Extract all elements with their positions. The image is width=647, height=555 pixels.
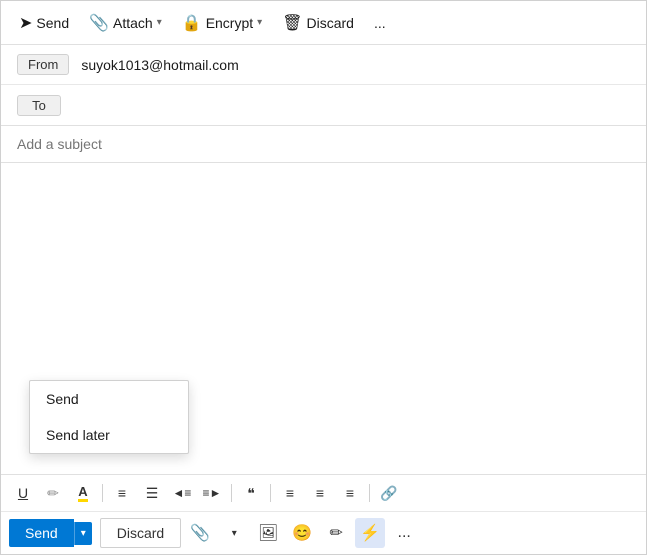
underline-button[interactable]: U — [9, 479, 37, 507]
attach-action-button[interactable]: 📎 — [185, 518, 215, 548]
justify-icon: ≡ — [346, 485, 354, 501]
action-toolbar: Send ▾ Discard 📎 ▾ 🖼 😊 ✏ ⚡ — [1, 512, 646, 554]
draw-icon: ✏ — [330, 523, 343, 543]
to-row: To — [1, 85, 646, 125]
dropdown-item-send[interactable]: Send — [30, 381, 188, 417]
discard-button[interactable]: Discard — [100, 518, 181, 548]
list-icon: ☰ — [146, 485, 159, 502]
attach-action-dropdown-button[interactable]: ▾ — [219, 518, 249, 548]
font-color-button[interactable]: A — [69, 479, 97, 507]
bottom-toolbar: U ✏ A ≡ ☰ ◄≡ ≡► ❝ — [1, 474, 646, 554]
align-left-button[interactable]: ≡ — [108, 479, 136, 507]
subject-input[interactable] — [17, 136, 630, 152]
from-label[interactable]: From — [17, 54, 69, 75]
emoji-button[interactable]: 😊 — [287, 518, 317, 548]
from-email: suyok1013@hotmail.com — [81, 57, 238, 73]
send-dropdown-popup: Send Send later — [29, 380, 189, 454]
indent-more-button[interactable]: ≡► — [198, 479, 226, 507]
attach-label: Attach — [113, 15, 153, 31]
ai-button[interactable]: ⚡ — [355, 518, 385, 548]
header-fields: From suyok1013@hotmail.com To — [1, 45, 646, 126]
image-icon: 🖼 — [258, 523, 278, 543]
align-right-button[interactable]: ≡ — [306, 479, 334, 507]
align-center-icon: ≡ — [286, 485, 294, 501]
image-button[interactable]: 🖼 — [253, 518, 283, 548]
from-row: From suyok1013@hotmail.com — [1, 45, 646, 85]
format-toolbar: U ✏ A ≡ ☰ ◄≡ ≡► ❝ — [1, 475, 646, 512]
link-button[interactable]: 🔗 — [375, 479, 403, 507]
attach-dropdown-arrow: ▾ — [157, 17, 162, 28]
discard-icon: 🗑 — [282, 13, 302, 33]
attach-icon: 📎 — [89, 13, 109, 33]
encrypt-button[interactable]: 🔒 Encrypt ▾ — [174, 9, 270, 37]
more-label: ... — [374, 15, 386, 31]
separator-2 — [231, 484, 232, 502]
indent-more-icon: ≡► — [203, 486, 222, 500]
send-button[interactable]: ➤ Send — [11, 9, 77, 37]
more-toolbar-button[interactable]: ... — [366, 11, 394, 35]
list-button[interactable]: ☰ — [138, 479, 166, 507]
to-label[interactable]: To — [17, 95, 61, 116]
send-btn-group: Send ▾ — [9, 519, 92, 547]
more-action-icon: ... — [398, 524, 411, 542]
attach-action-dropdown-arrow: ▾ — [232, 528, 237, 539]
font-color-icon: A — [78, 485, 87, 502]
link-icon: 🔗 — [380, 485, 397, 502]
more-action-button[interactable]: ... — [389, 518, 419, 548]
subject-row — [1, 126, 646, 163]
send-label: Send — [36, 15, 69, 31]
top-toolbar: ➤ Send 📎 Attach ▾ 🔒 Encrypt ▾ 🗑 Discard … — [1, 1, 646, 45]
dropdown-item-send-later[interactable]: Send later — [30, 417, 188, 453]
attach-button[interactable]: 📎 Attach ▾ — [81, 9, 170, 37]
separator-4 — [369, 484, 370, 502]
align-left-icon: ≡ — [118, 485, 126, 501]
discard-toolbar-button[interactable]: 🗑 Discard — [274, 9, 362, 37]
highlight-icon: ✏ — [47, 485, 59, 502]
send-main-button[interactable]: Send — [9, 519, 74, 547]
align-right-icon: ≡ — [316, 485, 324, 501]
compose-window: ➤ Send 📎 Attach ▾ 🔒 Encrypt ▾ 🗑 Discard … — [0, 0, 647, 555]
encrypt-icon: 🔒 — [182, 13, 202, 33]
quote-button[interactable]: ❝ — [237, 479, 265, 507]
quote-icon: ❝ — [247, 485, 255, 502]
draw-button[interactable]: ✏ — [321, 518, 351, 548]
to-input[interactable] — [73, 97, 630, 113]
ai-icon: ⚡ — [360, 523, 380, 543]
highlight-button[interactable]: ✏ — [39, 479, 67, 507]
encrypt-dropdown-arrow: ▾ — [257, 17, 262, 28]
separator-3 — [270, 484, 271, 502]
emoji-icon: 😊 — [292, 523, 312, 543]
underline-icon: U — [18, 485, 28, 501]
send-dropdown-button[interactable]: ▾ — [74, 522, 92, 545]
align-center-button[interactable]: ≡ — [276, 479, 304, 507]
justify-button[interactable]: ≡ — [336, 479, 364, 507]
separator-1 — [102, 484, 103, 502]
indent-less-icon: ◄≡ — [173, 486, 192, 500]
discard-label: Discard — [307, 15, 354, 31]
send-dropdown-arrow: ▾ — [81, 528, 86, 539]
attach-action-icon: 📎 — [190, 523, 210, 543]
indent-less-button[interactable]: ◄≡ — [168, 479, 196, 507]
send-icon: ➤ — [19, 13, 32, 33]
encrypt-label: Encrypt — [206, 15, 253, 31]
